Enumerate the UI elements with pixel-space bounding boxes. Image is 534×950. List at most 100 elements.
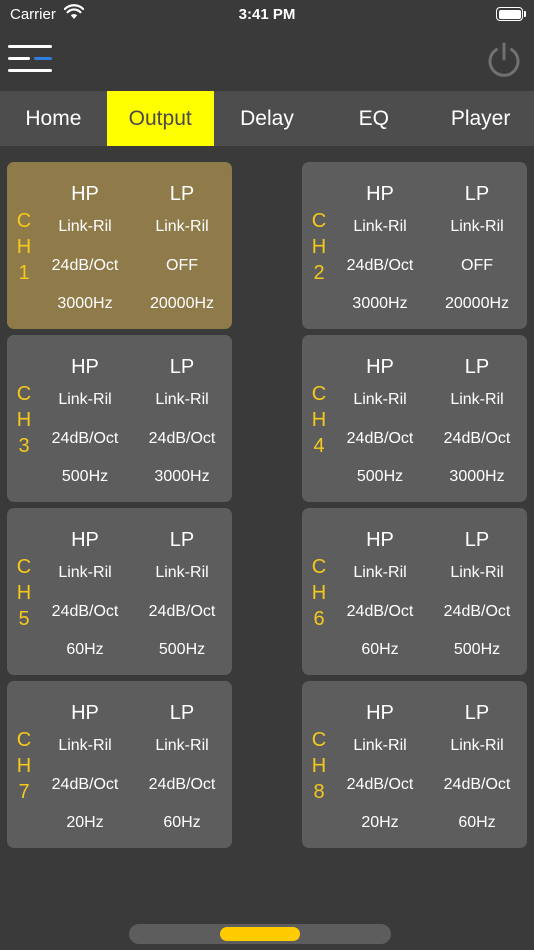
hp-frequency: 60Hz bbox=[361, 641, 399, 658]
channel-card[interactable]: CH5 HP Link-Ril 24dB/Oct 60Hz LP Link-Ri… bbox=[7, 508, 232, 675]
hp-type: Link-Ril bbox=[353, 737, 407, 754]
lp-type: Link-Ril bbox=[450, 391, 504, 408]
lp-label: LP bbox=[464, 702, 490, 724]
hp-column: HP Link-Ril 24dB/Oct 20Hz bbox=[35, 699, 135, 843]
hp-type: Link-Ril bbox=[58, 391, 112, 408]
lp-type: Link-Ril bbox=[450, 564, 504, 581]
hp-label: HP bbox=[366, 183, 394, 205]
lp-slope: 24dB/Oct bbox=[148, 429, 216, 447]
lp-frequency: 60Hz bbox=[458, 814, 496, 831]
hp-slope: 24dB/Oct bbox=[51, 602, 119, 620]
lp-label: LP bbox=[169, 702, 195, 724]
channel-card[interactable]: CH1 HP Link-Ril 24dB/Oct 3000Hz LP Link-… bbox=[7, 162, 232, 329]
lp-type: Link-Ril bbox=[155, 737, 209, 754]
lp-column: LP Link-Ril 24dB/Oct 500Hz bbox=[427, 526, 527, 670]
channel-label: CH6 bbox=[311, 556, 327, 630]
hp-frequency: 3000Hz bbox=[57, 295, 113, 312]
hp-frequency: 20Hz bbox=[66, 814, 104, 831]
lp-slope: 24dB/Oct bbox=[443, 775, 511, 793]
menu-icon[interactable] bbox=[8, 43, 54, 75]
hp-label: HP bbox=[366, 529, 394, 551]
hp-type: Link-Ril bbox=[353, 564, 407, 581]
hp-type: Link-Ril bbox=[58, 737, 112, 754]
hp-column: HP Link-Ril 24dB/Oct 3000Hz bbox=[330, 180, 430, 324]
header bbox=[0, 30, 534, 90]
lp-label: LP bbox=[169, 183, 195, 205]
lp-type: Link-Ril bbox=[450, 218, 504, 235]
channel-label: CH4 bbox=[311, 383, 327, 457]
lp-frequency: 3000Hz bbox=[449, 468, 505, 485]
lp-type: Link-Ril bbox=[155, 564, 209, 581]
tab-eq[interactable]: EQ bbox=[320, 91, 427, 146]
lp-column: LP Link-Ril 24dB/Oct 3000Hz bbox=[132, 353, 232, 497]
lp-slope: 24dB/Oct bbox=[148, 775, 216, 793]
status-time: 3:41 PM bbox=[238, 6, 296, 23]
hp-frequency: 3000Hz bbox=[352, 295, 408, 312]
hp-frequency: 500Hz bbox=[61, 468, 109, 485]
lp-type: Link-Ril bbox=[450, 737, 504, 754]
hp-type: Link-Ril bbox=[353, 391, 407, 408]
hp-slope: 24dB/Oct bbox=[51, 775, 119, 793]
lp-label: LP bbox=[464, 183, 490, 205]
lp-column: LP Link-Ril OFF 20000Hz bbox=[132, 180, 232, 324]
channel-label: CH5 bbox=[16, 556, 32, 630]
lp-slope: OFF bbox=[461, 256, 493, 274]
channel-card[interactable]: CH6 HP Link-Ril 24dB/Oct 60Hz LP Link-Ri… bbox=[302, 508, 527, 675]
hp-column: HP Link-Ril 24dB/Oct 60Hz bbox=[330, 526, 430, 670]
channel-card[interactable]: CH7 HP Link-Ril 24dB/Oct 20Hz LP Link-Ri… bbox=[7, 681, 232, 848]
hp-column: HP Link-Ril 24dB/Oct 20Hz bbox=[330, 699, 430, 843]
hp-slope: 24dB/Oct bbox=[51, 429, 119, 447]
hp-column: HP Link-Ril 24dB/Oct 500Hz bbox=[330, 353, 430, 497]
lp-type: Link-Ril bbox=[155, 218, 209, 235]
hp-slope: 24dB/Oct bbox=[346, 429, 414, 447]
hp-label: HP bbox=[71, 356, 99, 378]
hp-label: HP bbox=[71, 702, 99, 724]
tab-delay[interactable]: Delay bbox=[214, 91, 321, 146]
hp-column: HP Link-Ril 24dB/Oct 3000Hz bbox=[35, 180, 135, 324]
lp-frequency: 500Hz bbox=[158, 641, 206, 658]
hp-frequency: 20Hz bbox=[361, 814, 399, 831]
lp-column: LP Link-Ril 24dB/Oct 3000Hz bbox=[427, 353, 527, 497]
status-bar: Carrier 3:41 PM bbox=[0, 0, 534, 30]
hp-type: Link-Ril bbox=[58, 218, 112, 235]
page-scroll-thumb[interactable] bbox=[220, 927, 300, 941]
lp-frequency: 20000Hz bbox=[444, 295, 510, 312]
lp-slope: OFF bbox=[166, 256, 198, 274]
channel-card[interactable]: CH8 HP Link-Ril 24dB/Oct 20Hz LP Link-Ri… bbox=[302, 681, 527, 848]
lp-column: LP Link-Ril OFF 20000Hz bbox=[427, 180, 527, 324]
hp-slope: 24dB/Oct bbox=[346, 256, 414, 274]
channel-card[interactable]: CH2 HP Link-Ril 24dB/Oct 3000Hz LP Link-… bbox=[302, 162, 527, 329]
lp-label: LP bbox=[464, 529, 490, 551]
lp-column: LP Link-Ril 24dB/Oct 60Hz bbox=[427, 699, 527, 843]
tab-player[interactable]: Player bbox=[427, 91, 534, 146]
hp-type: Link-Ril bbox=[353, 218, 407, 235]
hp-column: HP Link-Ril 24dB/Oct 500Hz bbox=[35, 353, 135, 497]
lp-type: Link-Ril bbox=[155, 391, 209, 408]
lp-frequency: 20000Hz bbox=[149, 295, 215, 312]
hp-column: HP Link-Ril 24dB/Oct 60Hz bbox=[35, 526, 135, 670]
channel-label: CH2 bbox=[311, 210, 327, 284]
lp-slope: 24dB/Oct bbox=[443, 429, 511, 447]
page-scroll-track[interactable] bbox=[129, 924, 391, 944]
hp-slope: 24dB/Oct bbox=[346, 602, 414, 620]
channel-label: CH1 bbox=[16, 210, 32, 284]
battery-icon bbox=[496, 7, 526, 21]
power-icon[interactable] bbox=[485, 41, 523, 79]
lp-frequency: 3000Hz bbox=[154, 468, 210, 485]
lp-frequency: 60Hz bbox=[163, 814, 201, 831]
tab-bar: Home Output Delay EQ Player bbox=[0, 91, 534, 146]
lp-label: LP bbox=[169, 356, 195, 378]
tab-output[interactable]: Output bbox=[106, 91, 214, 146]
hp-frequency: 60Hz bbox=[66, 641, 104, 658]
hp-slope: 24dB/Oct bbox=[51, 256, 119, 274]
channel-card[interactable]: CH3 HP Link-Ril 24dB/Oct 500Hz LP Link-R… bbox=[7, 335, 232, 502]
hp-label: HP bbox=[71, 183, 99, 205]
channel-card[interactable]: CH4 HP Link-Ril 24dB/Oct 500Hz LP Link-R… bbox=[302, 335, 527, 502]
lp-column: LP Link-Ril 24dB/Oct 500Hz bbox=[132, 526, 232, 670]
channel-label: CH3 bbox=[16, 383, 32, 457]
channel-label: CH7 bbox=[16, 729, 32, 803]
hp-label: HP bbox=[366, 356, 394, 378]
tab-home[interactable]: Home bbox=[0, 91, 107, 146]
hp-type: Link-Ril bbox=[58, 564, 112, 581]
lp-slope: 24dB/Oct bbox=[148, 602, 216, 620]
